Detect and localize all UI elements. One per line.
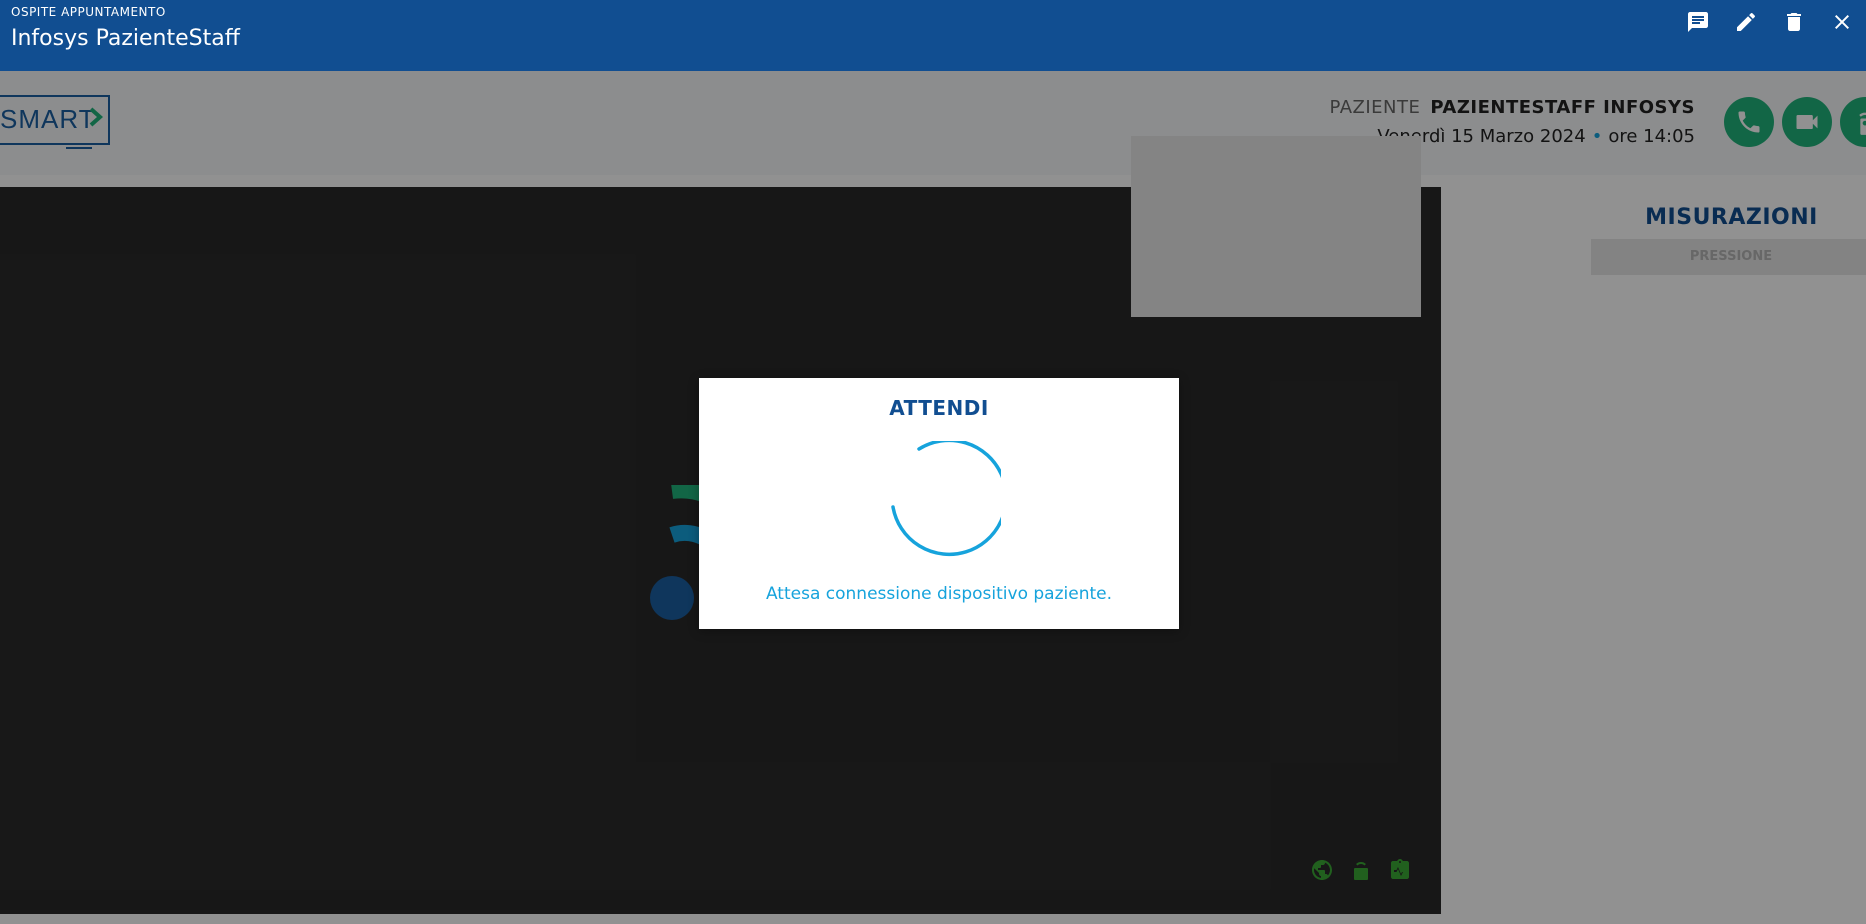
dialog-title: ATTENDI	[889, 396, 989, 420]
app-window: OSPITE APPUNTAMENTO Infosys PazienteStaf…	[0, 0, 1866, 924]
window-title: Infosys PazienteStaff	[11, 26, 240, 51]
chat-icon	[1688, 12, 1708, 32]
delete-icon	[1787, 13, 1801, 31]
edit-button[interactable]	[1722, 0, 1770, 44]
waiting-dialog: ATTENDI Attesa connessione dispositivo p…	[699, 378, 1179, 629]
delete-button[interactable]	[1770, 0, 1818, 44]
title-actions	[1674, 0, 1866, 44]
close-button[interactable]	[1818, 0, 1866, 44]
dialog-message: Attesa connessione dispositivo paziente.	[765, 584, 1113, 604]
edit-icon	[1737, 12, 1756, 32]
chat-button[interactable]	[1674, 0, 1722, 44]
title-bar: OSPITE APPUNTAMENTO Infosys PazienteStaf…	[0, 0, 1866, 71]
loading-spinner-icon	[891, 441, 1001, 557]
window-subtitle: OSPITE APPUNTAMENTO	[11, 5, 166, 19]
close-icon	[1835, 15, 1849, 29]
